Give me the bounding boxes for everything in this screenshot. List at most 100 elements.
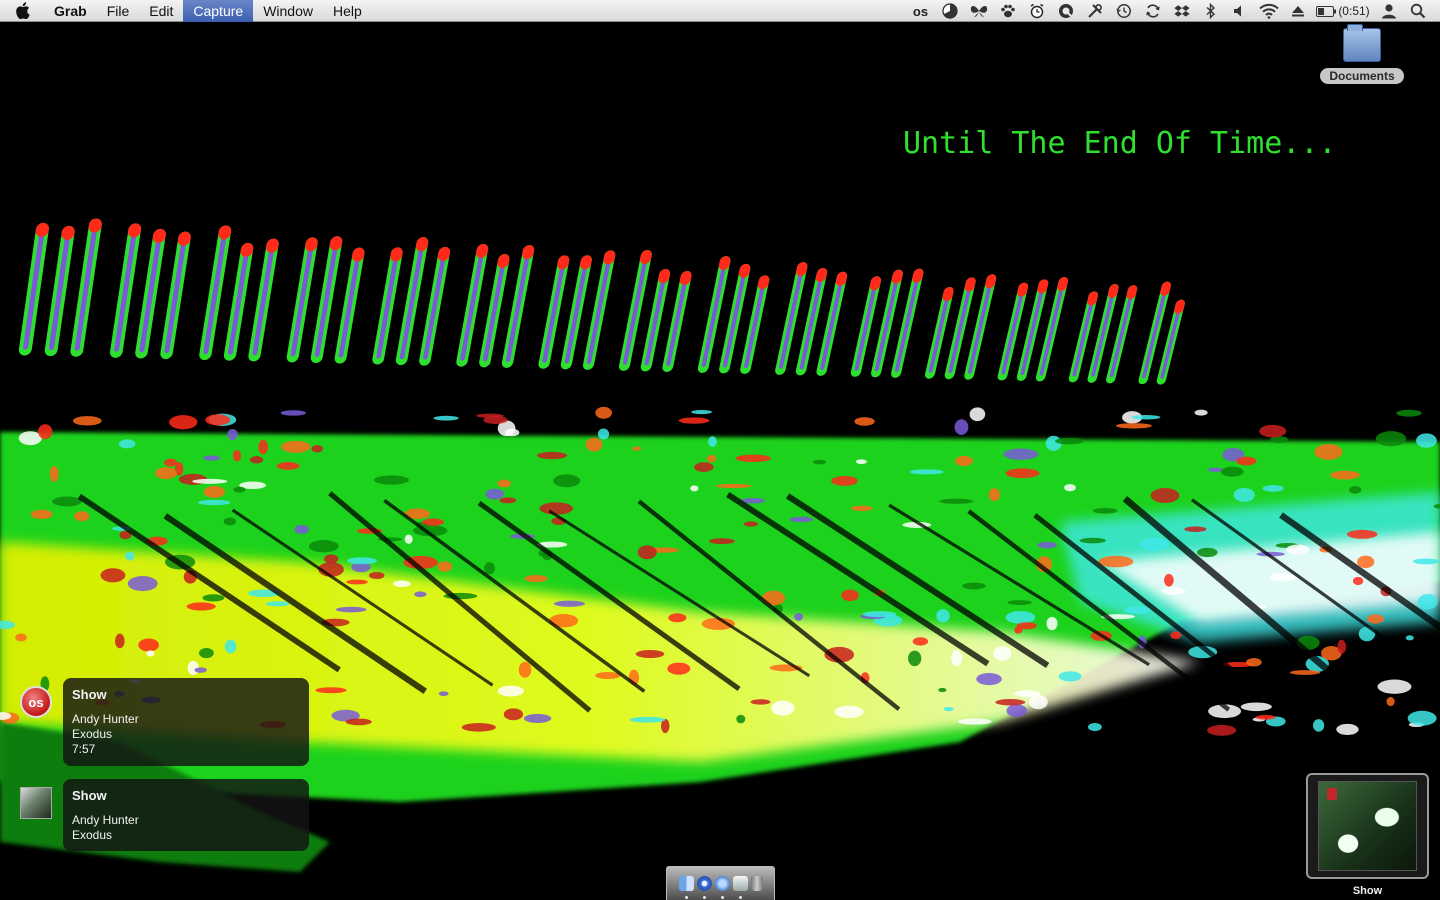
knob bbox=[1207, 724, 1237, 736]
knob bbox=[232, 449, 242, 462]
knob bbox=[789, 516, 814, 523]
knob bbox=[1003, 448, 1039, 460]
knob bbox=[976, 673, 1002, 686]
knob bbox=[995, 698, 1026, 706]
paw-icon[interactable] bbox=[993, 0, 1022, 22]
knob bbox=[100, 568, 126, 583]
album-art-widget[interactable] bbox=[1306, 773, 1429, 879]
notification-title: Show bbox=[72, 788, 107, 803]
butterfly-icon[interactable] bbox=[964, 0, 993, 22]
menu-help[interactable]: Help bbox=[323, 0, 372, 22]
knob bbox=[1037, 541, 1057, 549]
menu-edit[interactable]: Edit bbox=[139, 0, 183, 22]
quicksilver-icon[interactable] bbox=[1051, 0, 1080, 22]
menu-window[interactable]: Window bbox=[253, 0, 323, 22]
dropbox-icon[interactable] bbox=[1167, 0, 1196, 22]
knob bbox=[736, 714, 746, 724]
knob bbox=[957, 718, 992, 725]
apple-menu[interactable] bbox=[0, 0, 44, 22]
volume-icon[interactable] bbox=[1225, 0, 1254, 22]
knob bbox=[1046, 616, 1058, 631]
time-machine-icon[interactable] bbox=[1109, 0, 1138, 22]
spotlight-icon[interactable] bbox=[1403, 0, 1432, 22]
knob bbox=[1375, 431, 1407, 447]
knob bbox=[374, 475, 409, 485]
knob bbox=[127, 576, 158, 592]
documents-folder[interactable]: Documents bbox=[1318, 24, 1406, 88]
knob bbox=[1337, 639, 1347, 654]
lastfm-icon[interactable]: os bbox=[906, 0, 935, 22]
growl-notification[interactable]: Show Andy Hunter Exodus 7:57 bbox=[63, 678, 309, 766]
knob bbox=[485, 488, 505, 500]
knob bbox=[345, 718, 372, 726]
knob bbox=[205, 414, 231, 426]
knob bbox=[15, 633, 27, 642]
status-menus: os (0:51) bbox=[906, 0, 1440, 22]
knob bbox=[1131, 415, 1161, 420]
itunes-icon[interactable] bbox=[696, 876, 712, 899]
knob bbox=[1233, 488, 1255, 502]
menu-file[interactable]: File bbox=[97, 0, 140, 22]
notification-album: Exodus bbox=[72, 727, 113, 741]
knob bbox=[497, 479, 511, 488]
finder-icon[interactable] bbox=[678, 876, 694, 899]
knob bbox=[437, 561, 453, 572]
wifi-icon[interactable] bbox=[1254, 0, 1283, 22]
knob bbox=[708, 538, 735, 545]
knob bbox=[1236, 456, 1257, 466]
fader bbox=[70, 218, 102, 357]
eject-icon[interactable] bbox=[1283, 0, 1312, 22]
knob bbox=[938, 687, 947, 693]
knob bbox=[258, 439, 268, 455]
notification-title: Show bbox=[72, 687, 107, 702]
knob bbox=[539, 502, 573, 515]
knob bbox=[335, 606, 367, 613]
knob bbox=[831, 475, 858, 486]
knob bbox=[499, 497, 517, 504]
knob bbox=[1386, 697, 1395, 707]
battery-status[interactable]: (0:51) bbox=[1312, 0, 1374, 22]
knob bbox=[1357, 555, 1375, 569]
knob bbox=[392, 580, 411, 588]
knob bbox=[49, 466, 59, 482]
knob bbox=[203, 485, 225, 498]
knob bbox=[1262, 484, 1284, 492]
safari-icon[interactable] bbox=[714, 876, 730, 899]
sync-icon[interactable] bbox=[1138, 0, 1167, 22]
knob bbox=[812, 459, 827, 465]
knob bbox=[38, 424, 53, 440]
notification-artist: Andy Hunter bbox=[72, 712, 139, 726]
battery-icon bbox=[1316, 5, 1337, 17]
knob bbox=[1407, 710, 1437, 726]
knob bbox=[197, 499, 231, 506]
alarm-clock-icon[interactable] bbox=[1022, 0, 1051, 22]
knob bbox=[743, 521, 759, 527]
knob bbox=[1246, 658, 1262, 667]
notification-artist: Andy Hunter bbox=[72, 813, 139, 827]
knob bbox=[265, 601, 290, 607]
knob bbox=[1079, 537, 1106, 544]
knob bbox=[30, 509, 53, 520]
knob bbox=[164, 458, 178, 467]
knob bbox=[536, 451, 568, 460]
menu-grab[interactable]: Grab bbox=[44, 0, 97, 22]
menu-capture[interactable]: Capture bbox=[183, 0, 254, 22]
user-icon[interactable] bbox=[1374, 0, 1403, 22]
preview-icon[interactable] bbox=[732, 876, 748, 899]
growl-notification[interactable]: Show Andy Hunter Exodus bbox=[63, 779, 309, 851]
knob bbox=[988, 488, 1001, 502]
pie-clock-icon[interactable] bbox=[935, 0, 964, 22]
trash-icon[interactable] bbox=[750, 876, 763, 891]
knob bbox=[308, 540, 339, 553]
knob bbox=[595, 406, 613, 419]
knob bbox=[1016, 622, 1037, 630]
knob bbox=[1014, 690, 1040, 698]
tools-icon[interactable] bbox=[1080, 0, 1109, 22]
knob bbox=[834, 705, 864, 719]
bluetooth-icon[interactable] bbox=[1196, 0, 1225, 22]
knob bbox=[855, 459, 867, 465]
knob bbox=[404, 534, 413, 544]
knob bbox=[346, 557, 377, 565]
knob bbox=[74, 511, 90, 522]
knob bbox=[169, 415, 198, 430]
